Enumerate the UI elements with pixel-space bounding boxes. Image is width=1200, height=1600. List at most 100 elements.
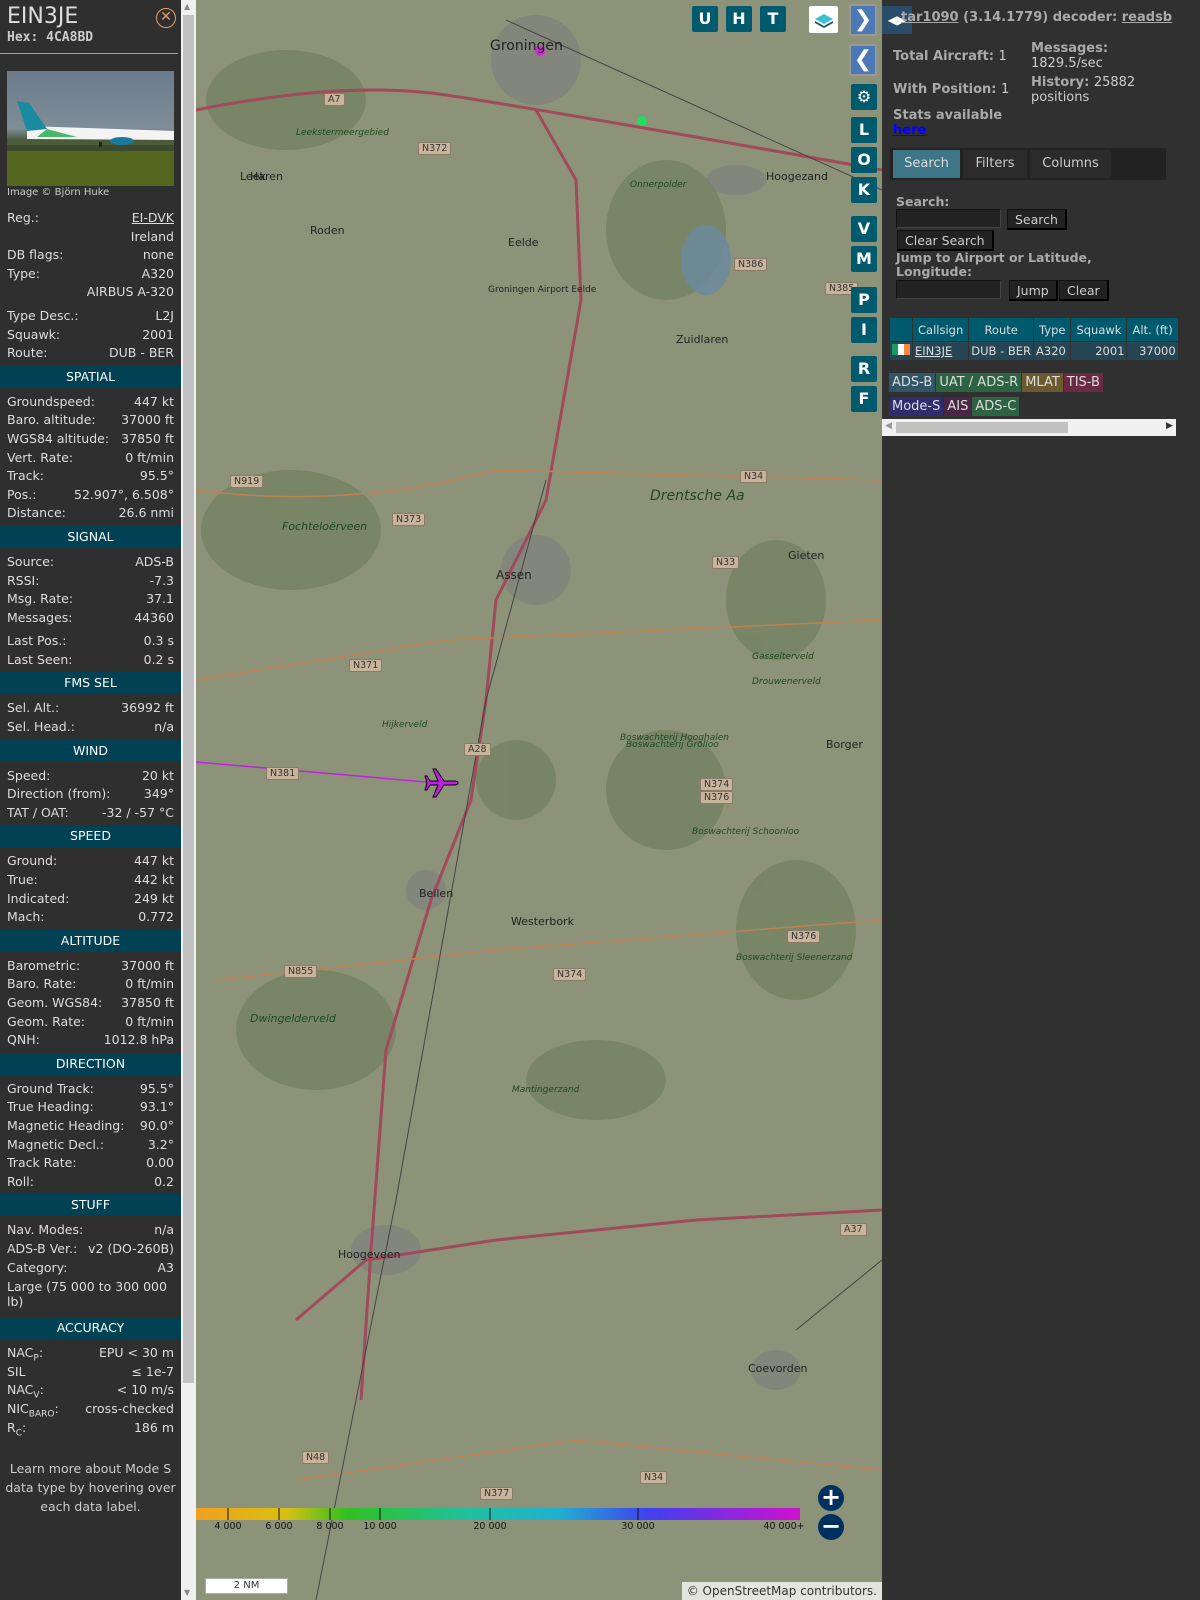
detail-label[interactable]: Sel. Alt.:	[7, 699, 59, 718]
search-input[interactable]	[896, 209, 1001, 228]
detail-label[interactable]: Category:	[7, 1259, 67, 1278]
detail-label[interactable]: Ground Track:	[7, 1080, 94, 1099]
detail-label[interactable]: Track:	[7, 467, 44, 486]
detail-label[interactable]: RSSI:	[7, 572, 39, 591]
map-button-k[interactable]: K	[851, 177, 877, 203]
chevron-left-icon[interactable]: ❮	[849, 44, 877, 76]
clear-search-button[interactable]: Clear Search	[897, 230, 994, 251]
detail-label[interactable]: Last Seen:	[7, 651, 72, 670]
map-button-f[interactable]: F	[851, 386, 877, 412]
detail-label[interactable]: Reg.:	[7, 209, 39, 228]
detail-label[interactable]: Direction (from):	[7, 785, 111, 804]
chevron-right-icon[interactable]: ❯	[849, 4, 877, 36]
detail-label[interactable]: Groundspeed:	[7, 393, 95, 412]
detail-label[interactable]: Type:	[7, 265, 40, 284]
detail-value[interactable]: EI-DVK	[132, 209, 174, 228]
search-button[interactable]: Search	[1007, 209, 1067, 230]
scroll-right-arrow-icon[interactable]: ▶	[1166, 421, 1173, 431]
detail-label[interactable]: Nav. Modes:	[7, 1221, 83, 1240]
detail-label[interactable]: Sel. Head.:	[7, 718, 75, 737]
col-alt[interactable]: Alt. (ft)	[1127, 318, 1178, 341]
detail-label[interactable]: Magnetic Decl.:	[7, 1136, 104, 1155]
airplane-icon[interactable]	[424, 766, 460, 800]
close-icon[interactable]: ✕	[156, 8, 176, 28]
detail-label[interactable]: RC:	[7, 1419, 26, 1439]
tab-search[interactable]: Search	[893, 150, 960, 178]
stats-here-link[interactable]: here	[893, 123, 926, 138]
minus-icon[interactable]: −	[818, 1514, 844, 1540]
detail-label[interactable]: Track Rate:	[7, 1154, 77, 1173]
layers-icon[interactable]	[809, 6, 838, 33]
decoder-link[interactable]: readsb	[1122, 10, 1172, 25]
detail-label[interactable]: Pos.:	[7, 486, 36, 505]
scrollbar-thumb[interactable]	[896, 422, 1068, 433]
osm-link[interactable]: OpenStreetMap	[703, 1584, 797, 1598]
detail-label[interactable]: DB flags:	[7, 246, 63, 265]
detail-label[interactable]: Roll:	[7, 1173, 34, 1192]
col-type[interactable]: Type	[1034, 318, 1071, 341]
detail-label[interactable]: Baro. altitude:	[7, 411, 96, 430]
detail-label[interactable]: Messages:	[7, 609, 73, 628]
detail-label[interactable]: Msg. Rate:	[7, 590, 73, 609]
detail-label[interactable]: QNH:	[7, 1031, 40, 1050]
detail-label[interactable]: TAT / OAT:	[7, 804, 69, 823]
scrollbar-thumb[interactable]	[183, 15, 194, 1383]
col-squawk[interactable]: Squawk	[1071, 318, 1127, 341]
detail-label[interactable]: ADS-B Ver.:	[7, 1240, 77, 1259]
scroll-left-arrow-icon[interactable]: ◀	[885, 421, 892, 431]
detail-label[interactable]: Ground:	[7, 852, 57, 871]
jump-button[interactable]: Jump	[1009, 280, 1058, 301]
detail-label[interactable]: Vert. Rate:	[7, 449, 73, 468]
aircraft-photo[interactable]	[7, 71, 174, 186]
detail-label[interactable]: Indicated:	[7, 890, 69, 909]
left-panel-scrollbar[interactable]: ▲ ▼	[181, 0, 196, 1600]
app-link[interactable]: tar1090	[901, 10, 959, 25]
detail-label[interactable]: Mach:	[7, 908, 44, 927]
scroll-down-arrow-icon[interactable]: ▼	[184, 1588, 190, 1597]
table-horizontal-scrollbar[interactable]: ◀ ▶	[882, 419, 1176, 436]
map-button-p[interactable]: P	[851, 287, 877, 313]
clear-button[interactable]: Clear	[1059, 280, 1109, 301]
map[interactable]: Groningen Haren Hoogezand Leek Roden Eelde Gro…	[196, 0, 882, 1600]
detail-label[interactable]: NACV:	[7, 1381, 44, 1401]
jump-input[interactable]	[896, 280, 1001, 299]
map-button-h[interactable]: H	[726, 6, 752, 32]
cell-callsign[interactable]: EIN3JE	[913, 342, 969, 360]
detail-label[interactable]: Magnetic Heading:	[7, 1117, 124, 1136]
col-callsign[interactable]: Callsign	[913, 318, 969, 341]
col-route[interactable]: Route	[969, 318, 1034, 341]
col-flag[interactable]	[890, 318, 912, 341]
map-button-o[interactable]: O	[851, 147, 877, 173]
detail-label[interactable]: True:	[7, 871, 38, 890]
map-button-i[interactable]: I	[851, 317, 877, 343]
detail-label[interactable]: NICBARO:	[7, 1400, 59, 1420]
tab-columns[interactable]: Columns	[1030, 150, 1111, 178]
detail-label[interactable]: Squawk:	[7, 326, 60, 345]
map-button-u[interactable]: U	[692, 6, 718, 32]
detail-label[interactable]: NACP:	[7, 1344, 43, 1364]
gear-icon[interactable]: ⚙	[851, 84, 877, 110]
detail-label[interactable]: Geom. WGS84:	[7, 994, 102, 1013]
map-button-m[interactable]: M	[851, 246, 877, 272]
scroll-up-arrow-icon[interactable]: ▲	[184, 2, 190, 11]
detail-label[interactable]: Source:	[7, 553, 54, 572]
detail-label[interactable]: Route:	[7, 344, 48, 363]
detail-label[interactable]: WGS84 altitude:	[7, 430, 109, 449]
map-button-r[interactable]: R	[851, 356, 877, 382]
map-button-t[interactable]: T	[760, 6, 786, 32]
tab-filters[interactable]: Filters	[963, 150, 1027, 178]
detail-label[interactable]: True Heading:	[7, 1098, 94, 1117]
detail-label[interactable]: Speed:	[7, 767, 50, 786]
plus-icon[interactable]: +	[818, 1485, 844, 1511]
detail-label[interactable]: Last Pos.:	[7, 632, 66, 651]
detail-label[interactable]: SIL	[7, 1363, 26, 1382]
detail-label[interactable]: Type Desc.:	[7, 307, 79, 326]
map-button-v[interactable]: V	[851, 216, 877, 242]
detail-label[interactable]: Geom. Rate:	[7, 1013, 85, 1032]
detail-label[interactable]: Barometric:	[7, 957, 80, 976]
table-row[interactable]: EIN3JE DUB - BER A320 2001 37000	[890, 342, 1178, 360]
detail-label[interactable]: Distance:	[7, 504, 66, 523]
detail-label[interactable]: Baro. Rate:	[7, 975, 76, 994]
map-button-l[interactable]: L	[851, 117, 877, 143]
detail-row: Ground Track: 95.5°	[0, 1080, 181, 1099]
